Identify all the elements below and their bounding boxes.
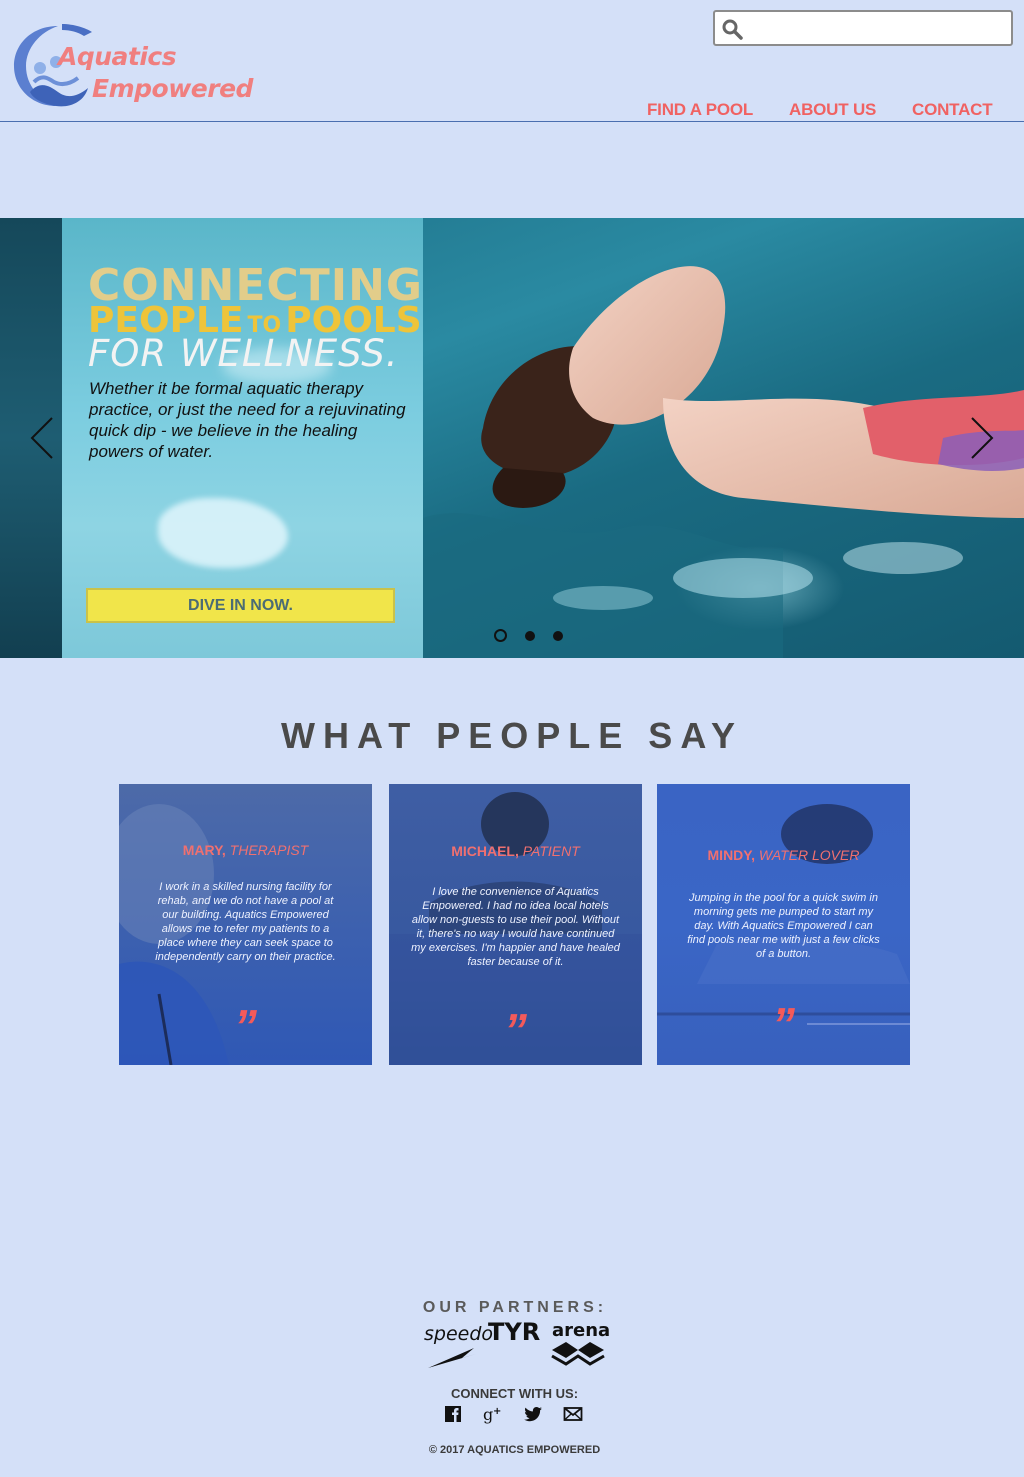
hero-description: Whether it be formal aquatic therapy pra… (89, 379, 406, 461)
search-input[interactable] (751, 16, 1007, 40)
speedo-logo[interactable]: speedo (424, 1323, 493, 1368)
quote-mark-icon: ” (772, 998, 795, 1050)
carousel-dot-2[interactable] (525, 631, 535, 641)
carousel-indicators (492, 629, 572, 643)
main-nav: FIND A POOL ABOUT US CONTACT (0, 100, 1024, 122)
author-role: PATIENT (522, 843, 580, 859)
social-links: g + (443, 1404, 588, 1424)
author-name: MINDY, (707, 847, 755, 863)
logo-text-line2: Empowered (92, 74, 253, 103)
author-name: MICHAEL, (451, 843, 519, 859)
copyright: © 2017 AQUATICS EMPOWERED (428, 1444, 601, 1456)
carousel-dot-3[interactable] (553, 631, 563, 641)
chevron-right-icon[interactable] (966, 416, 996, 460)
site-header: Aquatics Empowered FIND A POOL ABOUT US … (0, 0, 1024, 122)
testimonial-card: MINDY, WATER LOVER Jumping in the pool f… (657, 784, 910, 1065)
author-role: THERAPIST (229, 842, 309, 858)
testimonials-title: WHAT PEOPLE SAY (280, 715, 744, 756)
testimonial-card: MICHAEL, PATIENT I love the convenience … (389, 784, 642, 1065)
facebook-icon[interactable] (443, 1404, 463, 1424)
testimonial-quote: I work in a skilled nursing facility for… (155, 881, 336, 963)
search-box[interactable] (713, 10, 1013, 46)
svg-text:+: + (493, 1406, 501, 1417)
mail-icon[interactable] (563, 1404, 583, 1424)
tyr-wordmark: TYR (488, 1318, 540, 1346)
water-splash (158, 498, 288, 568)
testimonial-author: MARY, THERAPIST (119, 842, 372, 858)
twitter-icon[interactable] (523, 1404, 543, 1424)
hero-text-panel: CONNECTING PEOPLE TO POOLS FOR WELLNESS. W… (62, 218, 423, 658)
connect-title: CONNECT WITH US: (450, 1386, 579, 1401)
nav-contact[interactable]: CONTACT (912, 100, 993, 120)
svg-text:g: g (483, 1405, 493, 1424)
quote-mark-icon: ” (234, 1000, 257, 1052)
google-plus-icon[interactable]: g + (483, 1404, 503, 1424)
author-name: MARY, (182, 842, 226, 858)
search-icon[interactable] (721, 18, 743, 40)
testimonial-quote: Jumping in the pool for a quick swim in … (687, 892, 880, 960)
partners-title: OUR PARTNERS: (422, 1299, 608, 1316)
logo-text-line1: Aquatics (58, 42, 177, 71)
testimonial-quote: I love the convenience of Aquatics Empow… (411, 886, 620, 968)
tyr-logo[interactable]: TYR (488, 1318, 540, 1346)
arena-wordmark: arena (552, 1320, 610, 1341)
carousel-dot-1[interactable] (494, 629, 507, 642)
site-logo[interactable]: Aquatics Empowered (12, 22, 253, 110)
arena-logo[interactable]: arena (551, 1320, 610, 1366)
hero-carousel: CONNECTING PEOPLE TO POOLS FOR WELLNESS. W… (0, 218, 1024, 658)
author-role: WATER LOVER (758, 847, 860, 863)
nav-about-us[interactable]: ABOUT US (789, 100, 876, 120)
chevron-left-icon[interactable] (28, 416, 58, 460)
quote-mark-icon: ” (504, 1004, 527, 1056)
dive-in-button[interactable]: DIVE IN NOW. (86, 588, 395, 623)
hero-headline-line3: FOR WELLNESS. (88, 332, 399, 375)
testimonial-card: MARY, THERAPIST I work in a skilled nurs… (119, 784, 372, 1065)
nav-find-a-pool[interactable]: FIND A POOL (647, 100, 753, 120)
speedo-wordmark: speedo (424, 1323, 493, 1345)
hero-image-floating-woman (423, 266, 1024, 658)
testimonial-author: MICHAEL, PATIENT (389, 843, 642, 859)
partner-logos: speedo TYR arena (424, 1318, 610, 1368)
testimonial-author: MINDY, WATER LOVER (657, 847, 910, 863)
